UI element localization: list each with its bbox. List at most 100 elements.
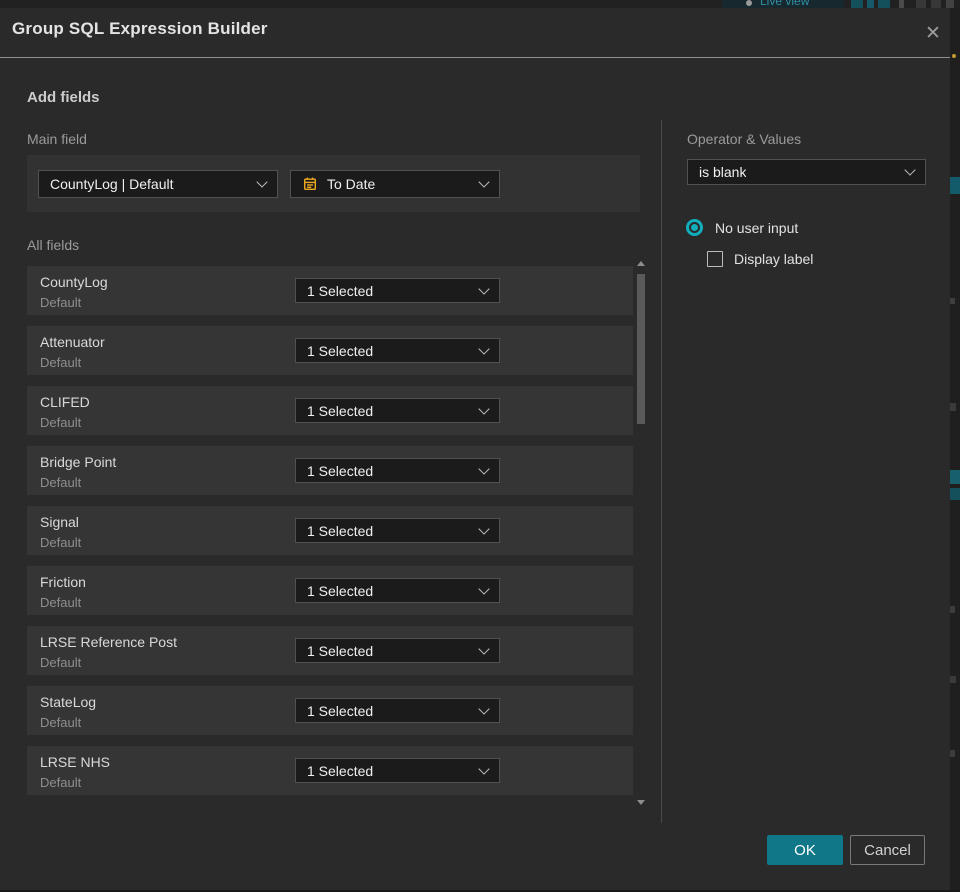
- background-app-fragment: [952, 54, 956, 58]
- background-app-fragment: [950, 298, 955, 304]
- group-sql-expression-builder-dialog: Group SQL Expression Builder ✕ Add field…: [0, 8, 950, 890]
- field-selected-dropdown[interactable]: 1 Selected: [295, 278, 500, 303]
- background-app-fragment: [878, 0, 890, 8]
- status-dot-icon: [746, 0, 752, 6]
- background-app-fragment: [916, 0, 926, 8]
- chevron-down-icon: [478, 582, 490, 595]
- background-right-strip: [950, 8, 960, 892]
- field-name: Friction: [40, 574, 86, 590]
- scrollbar-thumb[interactable]: [637, 274, 645, 424]
- background-app-fragment: [950, 470, 960, 484]
- selected-count-label: 1 Selected: [307, 282, 374, 299]
- display-label-label: Display label: [734, 251, 814, 267]
- field-sublabel: Default: [40, 715, 82, 730]
- background-app-fragment: [946, 0, 954, 8]
- main-field-value-dropdown[interactable]: To Date: [290, 169, 500, 198]
- chevron-down-icon: [478, 175, 490, 188]
- field-row: StateLog Default 1 Selected: [27, 686, 633, 735]
- main-field-label: Main field: [27, 131, 87, 147]
- background-app-fragment: [931, 0, 941, 8]
- selected-count-label: 1 Selected: [307, 762, 374, 779]
- background-app-bar: Live view: [0, 0, 960, 8]
- chevron-down-icon: [478, 522, 490, 535]
- background-app-fragment: [950, 750, 955, 757]
- background-app-fragment: [867, 0, 874, 8]
- all-fields-label: All fields: [27, 237, 80, 253]
- chevron-down-icon: [478, 702, 490, 715]
- dialog-title: Group SQL Expression Builder: [12, 19, 268, 38]
- selected-count-label: 1 Selected: [307, 642, 374, 659]
- field-name: Bridge Point: [40, 454, 117, 470]
- field-row: Friction Default 1 Selected: [27, 566, 633, 615]
- chevron-down-icon: [904, 164, 916, 176]
- selected-count-label: 1 Selected: [307, 582, 374, 599]
- chevron-down-icon: [478, 462, 490, 475]
- no-user-input-label: No user input: [715, 219, 799, 236]
- chevron-down-icon: [478, 282, 490, 295]
- chevron-down-icon: [478, 762, 490, 775]
- field-name: CLIFED: [40, 394, 90, 410]
- panel-divider: [661, 120, 662, 823]
- background-app-fragment: [950, 403, 956, 411]
- main-field-dropdown[interactable]: CountyLog | Default: [38, 169, 278, 198]
- display-label-checkbox[interactable]: Display label: [707, 251, 813, 267]
- background-app-fragment: [950, 676, 956, 683]
- field-selected-dropdown[interactable]: 1 Selected: [295, 518, 500, 543]
- main-field-dropdown-value: CountyLog | Default: [50, 175, 174, 192]
- field-selected-dropdown[interactable]: 1 Selected: [295, 338, 500, 363]
- field-name: Attenuator: [40, 334, 105, 350]
- field-row: LRSE Reference Post Default 1 Selected: [27, 626, 633, 675]
- field-sublabel: Default: [40, 595, 82, 610]
- chevron-down-icon: [256, 175, 268, 188]
- chevron-down-icon: [478, 642, 490, 655]
- live-view-label: Live view: [760, 0, 810, 8]
- field-name: Signal: [40, 514, 79, 530]
- selected-count-label: 1 Selected: [307, 702, 374, 719]
- field-sublabel: Default: [40, 415, 82, 430]
- field-row: CLIFED Default 1 Selected: [27, 386, 633, 435]
- field-sublabel: Default: [40, 475, 82, 490]
- field-selected-dropdown[interactable]: 1 Selected: [295, 758, 500, 783]
- field-row: Attenuator Default 1 Selected: [27, 326, 633, 375]
- all-fields-list: CountyLog Default 1 Selected Attenuator Defa…: [27, 266, 633, 806]
- chevron-down-icon: [478, 342, 490, 355]
- field-sublabel: Default: [40, 535, 82, 550]
- field-sublabel: Default: [40, 295, 82, 310]
- scrollbar-up-arrow-icon[interactable]: [637, 261, 645, 266]
- cancel-button[interactable]: Cancel: [850, 835, 925, 865]
- field-selected-dropdown[interactable]: 1 Selected: [295, 698, 500, 723]
- field-selected-dropdown[interactable]: 1 Selected: [295, 458, 500, 483]
- field-selected-dropdown[interactable]: 1 Selected: [295, 398, 500, 423]
- background-app-fragment: [950, 606, 955, 613]
- field-sublabel: Default: [40, 655, 82, 670]
- field-name: LRSE NHS: [40, 754, 111, 770]
- operator-values-label: Operator & Values: [687, 131, 802, 147]
- field-row: Bridge Point Default 1 Selected: [27, 446, 633, 495]
- field-name: CountyLog: [40, 274, 108, 290]
- selected-count-label: 1 Selected: [307, 342, 374, 359]
- scrollbar-down-arrow-icon[interactable]: [637, 800, 645, 805]
- field-sublabel: Default: [40, 355, 82, 370]
- main-field-value-dropdown-value: To Date: [327, 175, 376, 192]
- background-app-fragment: [851, 0, 863, 8]
- field-selected-dropdown[interactable]: 1 Selected: [295, 638, 500, 663]
- field-sublabel: Default: [40, 775, 82, 790]
- operator-dropdown-value: is blank: [699, 164, 747, 180]
- operator-dropdown[interactable]: is blank: [687, 159, 926, 185]
- title-divider: [0, 57, 950, 58]
- ok-button[interactable]: OK: [767, 835, 843, 865]
- chevron-down-icon: [478, 402, 490, 415]
- section-title-add-fields: Add fields: [27, 89, 100, 106]
- field-row: CountyLog Default 1 Selected: [27, 266, 633, 315]
- field-name: LRSE Reference Post: [40, 634, 177, 650]
- selected-count-label: 1 Selected: [307, 402, 374, 419]
- no-user-input-radio[interactable]: No user input: [686, 219, 798, 236]
- calendar-icon: [302, 176, 318, 192]
- field-row: LRSE NHS Default 1 Selected: [27, 746, 633, 795]
- live-view-indicator: Live view: [722, 0, 844, 8]
- close-icon[interactable]: ✕: [918, 18, 948, 48]
- field-selected-dropdown[interactable]: 1 Selected: [295, 578, 500, 603]
- radio-selected-icon: [686, 219, 703, 236]
- selected-count-label: 1 Selected: [307, 522, 374, 539]
- selected-count-label: 1 Selected: [307, 462, 374, 479]
